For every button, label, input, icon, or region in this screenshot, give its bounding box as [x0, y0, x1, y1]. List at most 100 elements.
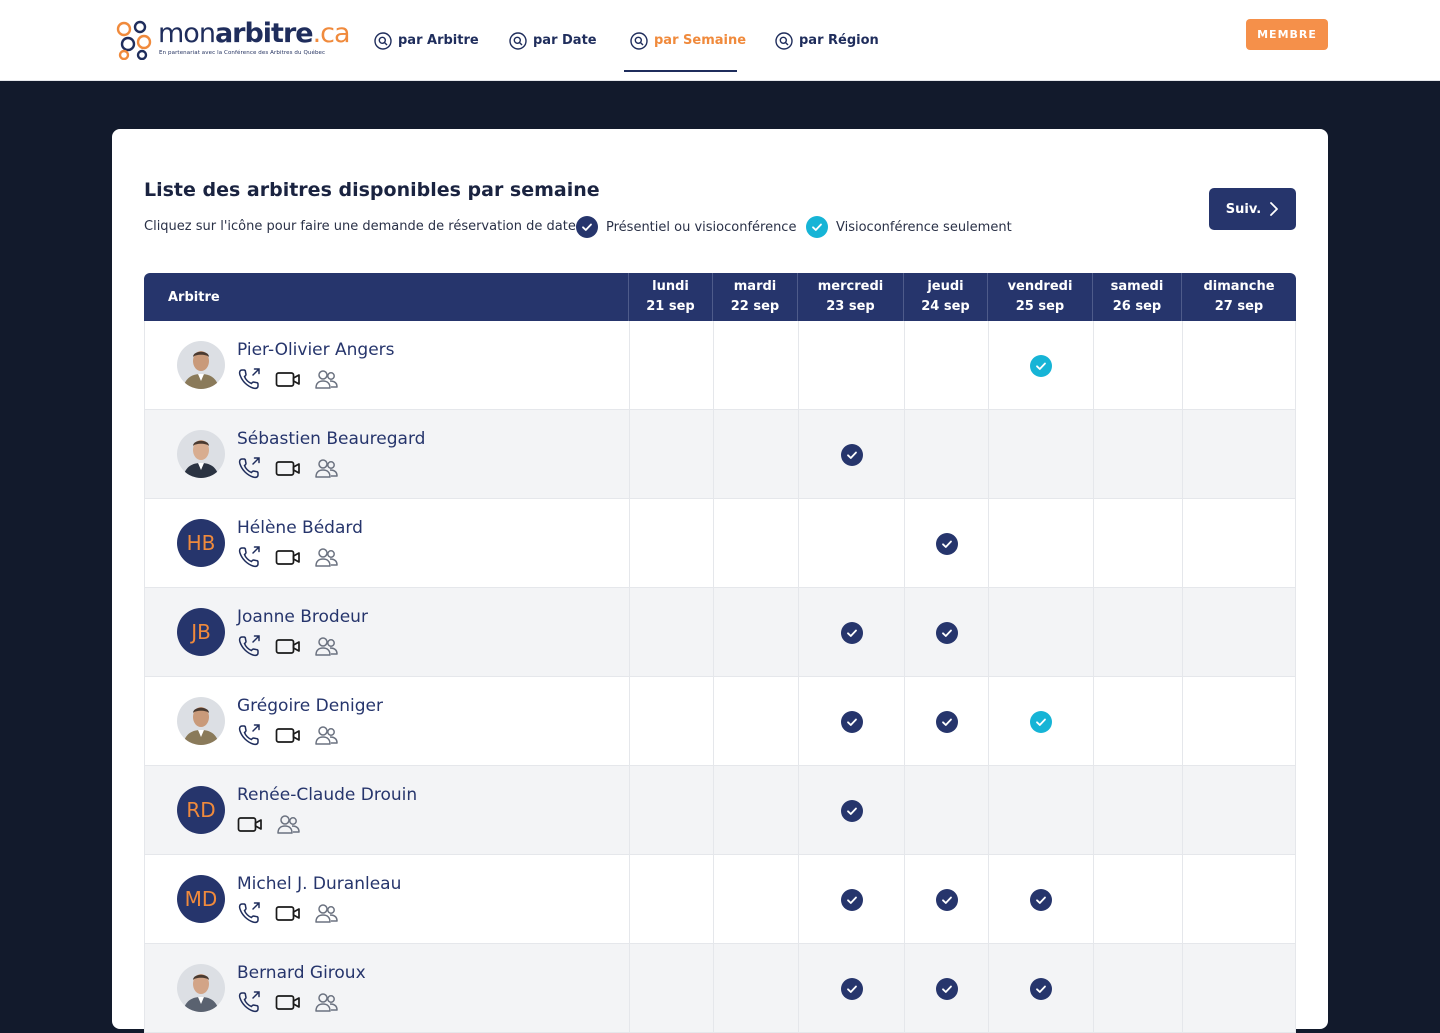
- consultation-modes: [237, 723, 339, 747]
- arbitre-name[interactable]: Renée-Claude Drouin: [237, 785, 417, 805]
- membre-button[interactable]: MEMBRE: [1246, 19, 1328, 50]
- day-cell[interactable]: [798, 944, 904, 1033]
- header-day-date: 26 sep: [1112, 299, 1162, 314]
- day-cell[interactable]: [798, 410, 904, 499]
- people-icon: [315, 993, 338, 1012]
- next-label: Suiv.: [1225, 201, 1262, 217]
- availability-check-inperson-icon[interactable]: [935, 888, 958, 911]
- day-cell: [629, 855, 713, 944]
- arbitre-name[interactable]: Michel J. Duranleau: [237, 874, 401, 894]
- page-title: Liste des arbitres disponibles par semai…: [144, 179, 600, 201]
- day-cell[interactable]: [904, 855, 988, 944]
- table-row: RD Renée-Claude Drouin: [144, 766, 1296, 855]
- next-week-button[interactable]: Suiv.: [1209, 188, 1296, 230]
- day-cell: [904, 321, 988, 410]
- availability-check-inperson-icon[interactable]: [840, 888, 863, 911]
- avatar: HB: [177, 519, 225, 567]
- video-icon: [275, 995, 300, 1010]
- availability-check-inperson-icon[interactable]: [935, 710, 958, 733]
- day-cell: [1182, 321, 1297, 410]
- day-cell[interactable]: [798, 855, 904, 944]
- day-cell: [1093, 588, 1182, 677]
- day-cell: [629, 677, 713, 766]
- table-row: JB Joanne Brodeur: [144, 588, 1296, 677]
- logo-tagline: En partenariat avec la Conférence des Ar…: [159, 50, 326, 56]
- availability-check-video-icon[interactable]: [1030, 354, 1052, 377]
- availability-check-inperson-icon[interactable]: [840, 710, 863, 733]
- day-cell: [1182, 677, 1297, 766]
- day-cell: [798, 321, 904, 410]
- day-cell[interactable]: [988, 321, 1093, 410]
- people-icon: [277, 815, 300, 834]
- nav-label: par Région: [799, 33, 879, 48]
- phone-icon: [238, 991, 260, 1013]
- day-cell: [713, 944, 798, 1033]
- availability-check-inperson-icon[interactable]: [840, 799, 863, 822]
- header-day-name: vendredi: [1007, 279, 1073, 294]
- nav-par-region[interactable]: par Région: [775, 0, 879, 81]
- day-cell[interactable]: [798, 588, 904, 677]
- table-row: Pier-Olivier Angers: [144, 321, 1296, 410]
- day-cell: [1093, 499, 1182, 588]
- table-row: MD Michel J. Duranleau: [144, 855, 1296, 944]
- nav-label: par Arbitre: [398, 33, 479, 48]
- header-day-name: jeudi: [927, 279, 964, 294]
- day-cell[interactable]: [904, 499, 988, 588]
- arbitre-name[interactable]: Grégoire Deniger: [237, 696, 383, 716]
- consultation-modes: [237, 456, 339, 480]
- arbitre-name[interactable]: Bernard Giroux: [237, 963, 366, 983]
- nav-par-date[interactable]: par Date: [509, 0, 597, 81]
- header-day-date: 21 sep: [646, 299, 695, 314]
- nav-par-semaine[interactable]: par Semaine: [630, 0, 746, 81]
- availability-check-inperson-icon[interactable]: [840, 621, 863, 644]
- day-cell: [1093, 410, 1182, 499]
- availability-check-inperson-icon[interactable]: [840, 977, 863, 1000]
- arbitre-name[interactable]: Hélène Bédard: [237, 518, 363, 538]
- day-cell[interactable]: [988, 944, 1093, 1033]
- logo-mark-icon: [116, 20, 152, 60]
- availability-check-video-icon[interactable]: [1030, 710, 1052, 733]
- availability-check-inperson-icon[interactable]: [1030, 888, 1052, 911]
- day-cell[interactable]: [988, 855, 1093, 944]
- day-cell: [798, 499, 904, 588]
- availability-card: Liste des arbitres disponibles par semai…: [112, 129, 1328, 1033]
- day-cell: [1182, 588, 1297, 677]
- instructions-text: Cliquez sur l'icône pour faire une deman…: [144, 219, 580, 234]
- phone-icon: [238, 457, 260, 479]
- phone-icon: [238, 902, 260, 924]
- arbitre-name[interactable]: Sébastien Beauregard: [237, 429, 425, 449]
- day-cell: [1093, 677, 1182, 766]
- availability-check-inperson-icon[interactable]: [1030, 977, 1052, 1000]
- phone-icon: [238, 635, 260, 657]
- day-cell: [1182, 410, 1297, 499]
- header-day: jeudi 24 sep: [903, 273, 987, 321]
- arbitre-name[interactable]: Joanne Brodeur: [237, 607, 368, 627]
- availability-check-inperson-icon[interactable]: [935, 532, 958, 555]
- logo-wordmark: monarbitre.ca: [158, 18, 351, 49]
- monarbitre-logo[interactable]: monarbitre.ca En partenariat avec la Con…: [115, 18, 351, 62]
- day-cell[interactable]: [988, 677, 1093, 766]
- day-cell: [713, 321, 798, 410]
- day-cell: [988, 588, 1093, 677]
- day-cell: [713, 677, 798, 766]
- nav-par-arbitre[interactable]: par Arbitre: [374, 0, 479, 81]
- people-icon: [315, 726, 338, 745]
- header-day: mardi 22 sep: [712, 273, 797, 321]
- day-cell[interactable]: [904, 588, 988, 677]
- consultation-modes: [237, 901, 339, 925]
- day-cell[interactable]: [798, 677, 904, 766]
- availability-check-inperson-icon[interactable]: [935, 621, 958, 644]
- availability-check-inperson-icon[interactable]: [840, 443, 863, 466]
- consultation-modes: [237, 545, 339, 569]
- avatar: JB: [177, 608, 225, 656]
- day-cell[interactable]: [798, 766, 904, 855]
- day-cell[interactable]: [904, 944, 988, 1033]
- availability-check-inperson-icon[interactable]: [935, 977, 958, 1000]
- header-day-name: mardi: [733, 279, 777, 294]
- nav-label: par Date: [533, 33, 597, 48]
- arbitre-name[interactable]: Pier-Olivier Angers: [237, 340, 395, 360]
- day-cell: [988, 410, 1093, 499]
- day-cell[interactable]: [904, 677, 988, 766]
- day-cell: [713, 588, 798, 677]
- day-cell: [713, 766, 798, 855]
